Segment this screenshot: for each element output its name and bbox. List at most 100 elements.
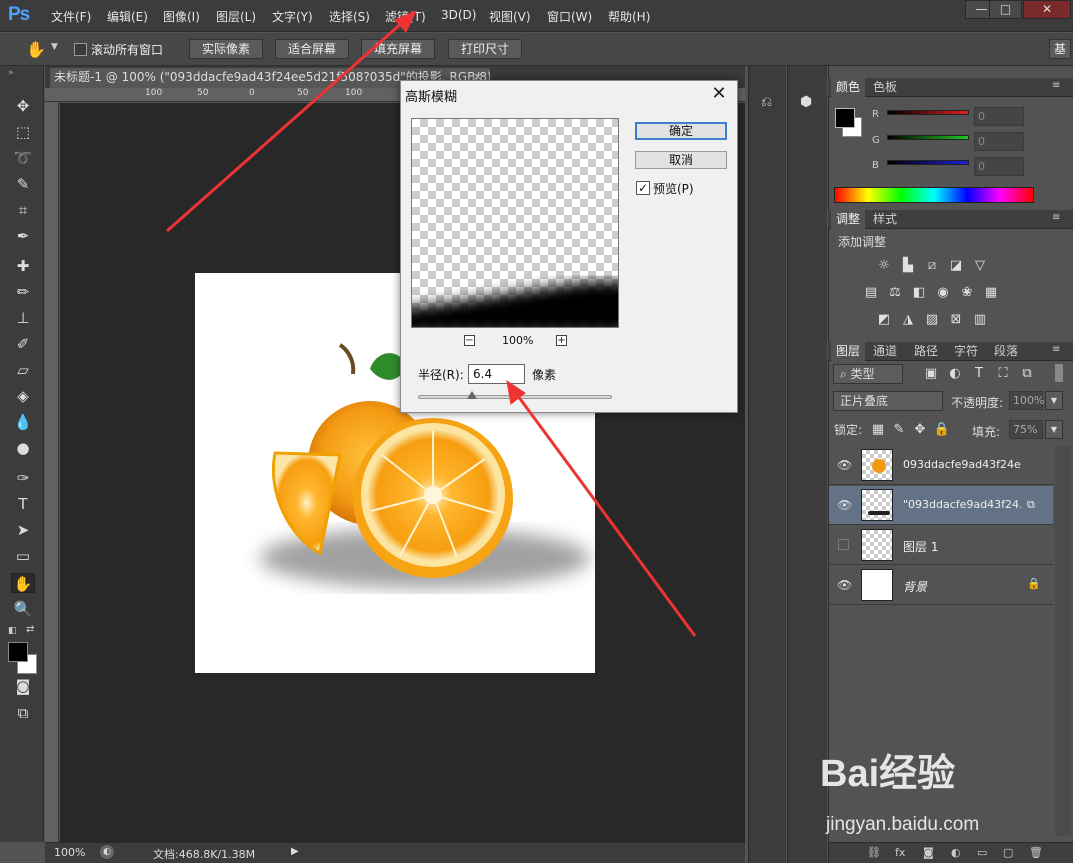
fill-input[interactable]: 75% xyxy=(1009,420,1043,439)
print-size-button[interactable]: 打印尺寸 xyxy=(448,39,522,59)
threshold-icon[interactable]: ▨ xyxy=(923,312,941,328)
tab-styles[interactable]: 样式 xyxy=(868,210,902,229)
foreground-color-swatch[interactable] xyxy=(8,642,28,662)
swap-colors-icon[interactable]: ⇄ xyxy=(26,624,34,635)
radius-slider-thumb[interactable] xyxy=(467,391,478,399)
hand-tool-icon[interactable]: ✋ xyxy=(11,573,35,593)
menu-filter[interactable]: 滤镜(T) xyxy=(385,8,426,25)
layer-name[interactable]: "093ddacfe9ad43f24... xyxy=(903,498,1021,511)
green-value[interactable]: 0 xyxy=(974,132,1024,151)
tab-layers[interactable]: 图层 xyxy=(831,342,866,361)
gradient-map-icon[interactable]: ▥ xyxy=(971,312,989,328)
selective-color-icon[interactable]: ⊠ xyxy=(947,312,965,328)
color-foreground-swatch[interactable] xyxy=(835,108,855,128)
screen-mode-icon[interactable]: ⧉ xyxy=(11,703,35,723)
menu-3d[interactable]: 3D(D) xyxy=(441,8,476,22)
menu-type[interactable]: 文字(Y) xyxy=(272,8,313,25)
blend-mode-select[interactable]: 正片叠底 xyxy=(833,391,943,411)
posterize-icon[interactable]: ◮ xyxy=(899,312,917,328)
brightness-icon[interactable]: ☼ xyxy=(875,258,893,274)
filter-toggle[interactable] xyxy=(1055,364,1063,382)
shape-filter-icon[interactable]: ⛶ xyxy=(994,366,1012,382)
menu-view[interactable]: 视图(V) xyxy=(489,8,531,25)
clone-stamp-tool-icon[interactable]: ⊥ xyxy=(11,308,35,328)
layer-row[interactable]: 👁 "093ddacfe9ad43f24... ⧉ xyxy=(829,486,1053,525)
radius-slider-track[interactable] xyxy=(418,395,612,399)
menu-help[interactable]: 帮助(H) xyxy=(608,8,650,25)
red-slider[interactable] xyxy=(887,110,969,115)
visibility-off-box[interactable] xyxy=(838,539,849,550)
move-tool-icon[interactable]: ✥ xyxy=(11,96,35,116)
type-tool-icon[interactable]: T xyxy=(11,494,35,514)
history-brush-tool-icon[interactable]: ✐ xyxy=(11,334,35,354)
eye-icon[interactable]: 👁 xyxy=(837,498,852,512)
rectangle-tool-icon[interactable]: ▭ xyxy=(11,546,35,566)
layer-row[interactable]: 图层 1 xyxy=(829,526,1053,565)
menu-select[interactable]: 选择(S) xyxy=(329,8,370,25)
eye-icon[interactable]: 👁 xyxy=(837,578,852,592)
close-icon[interactable]: ✕ xyxy=(708,84,730,104)
folder-icon[interactable]: ▭ xyxy=(977,846,987,859)
crop-tool-icon[interactable]: ⌗ xyxy=(11,200,35,220)
tab-color[interactable]: 颜色 xyxy=(831,78,866,97)
red-value[interactable]: 0 xyxy=(974,107,1024,126)
levels-icon[interactable]: ▙ xyxy=(899,258,917,274)
radius-input[interactable] xyxy=(468,364,525,384)
pixel-filter-icon[interactable]: ▣ xyxy=(922,366,940,382)
opacity-input[interactable]: 100% xyxy=(1009,391,1044,410)
menu-edit[interactable]: 编辑(E) xyxy=(107,8,148,25)
hue-saturation-icon[interactable]: ▤ xyxy=(862,285,880,301)
layer-row[interactable]: 👁 093ddacfe9ad43f24ee5d... xyxy=(829,446,1053,485)
eraser-tool-icon[interactable]: ▱ xyxy=(11,360,35,380)
healing-brush-tool-icon[interactable]: ✚ xyxy=(11,256,35,276)
default-colors-icon[interactable]: ◧ xyxy=(8,626,17,636)
layer-name[interactable]: 图层 1 xyxy=(903,538,1021,555)
menu-window[interactable]: 窗口(W) xyxy=(547,8,592,25)
green-slider[interactable] xyxy=(887,135,969,140)
panel-menu-icon[interactable]: ≡ xyxy=(1052,80,1060,91)
smart-object-filter-icon[interactable]: ⧉ xyxy=(1018,366,1036,382)
lock-transparent-icon[interactable]: ▦ xyxy=(869,422,887,438)
black-white-icon[interactable]: ◧ xyxy=(910,285,928,301)
new-layer-icon[interactable]: ▢ xyxy=(1003,846,1013,859)
exposure-icon[interactable]: ◪ xyxy=(947,258,965,274)
pen-tool-icon[interactable]: ✑ xyxy=(11,468,35,488)
photo-filter-icon[interactable]: ◉ xyxy=(934,285,952,301)
tab-character[interactable]: 字符 xyxy=(949,342,983,361)
3d-panel-icon[interactable]: ⬢ xyxy=(800,94,812,110)
brush-tool-icon[interactable]: ✏ xyxy=(11,282,35,302)
collapse-icon[interactable]: » xyxy=(8,68,14,78)
layer-name[interactable]: 093ddacfe9ad43f24ee5d... xyxy=(903,458,1021,471)
ok-button[interactable]: 确定 xyxy=(635,122,727,140)
mask-icon[interactable]: ◙ xyxy=(923,846,934,859)
history-panel-icon[interactable]: ⎌ xyxy=(761,94,772,110)
layer-name[interactable]: 背景 xyxy=(903,578,1021,595)
link-icon[interactable]: ⛓ xyxy=(867,846,881,859)
quick-mask-icon[interactable]: ◙ xyxy=(11,676,35,696)
status-info-icon[interactable]: ◐ xyxy=(100,845,114,859)
opacity-dropdown-icon[interactable]: ▼ xyxy=(1045,391,1063,410)
close-window-button[interactable]: ✕ xyxy=(1023,0,1071,19)
status-menu-arrow-icon[interactable]: ▶ xyxy=(291,846,299,857)
dodge-tool-icon[interactable]: ● xyxy=(11,438,35,458)
tab-swatches[interactable]: 色板 xyxy=(868,78,902,97)
fx-icon[interactable]: fx xyxy=(895,846,905,859)
blue-slider[interactable] xyxy=(887,160,969,165)
cancel-button[interactable]: 取消 xyxy=(635,151,727,169)
tab-paths[interactable]: 路径 xyxy=(909,342,943,361)
menu-image[interactable]: 图像(I) xyxy=(163,8,200,25)
lock-position-icon[interactable]: ✥ xyxy=(911,422,929,438)
invert-icon[interactable]: ◩ xyxy=(875,312,893,328)
adjustment-filter-icon[interactable]: ◐ xyxy=(946,366,964,382)
chevron-down-icon[interactable]: ▼ xyxy=(51,42,58,52)
color-spectrum-ramp[interactable] xyxy=(834,187,1034,203)
blue-value[interactable]: 0 xyxy=(974,157,1024,176)
tab-adjustments[interactable]: 调整 xyxy=(831,210,866,229)
fill-screen-button[interactable]: 填充屏幕 xyxy=(361,39,435,59)
path-selection-tool-icon[interactable]: ➤ xyxy=(11,520,35,540)
color-balance-icon[interactable]: ⚖ xyxy=(886,285,904,301)
eye-icon[interactable]: 👁 xyxy=(837,458,852,472)
zoom-tool-icon[interactable]: 🔍 xyxy=(11,599,35,619)
workspace-button[interactable]: 基 xyxy=(1049,39,1071,59)
zoom-in-button[interactable]: + xyxy=(556,335,567,346)
